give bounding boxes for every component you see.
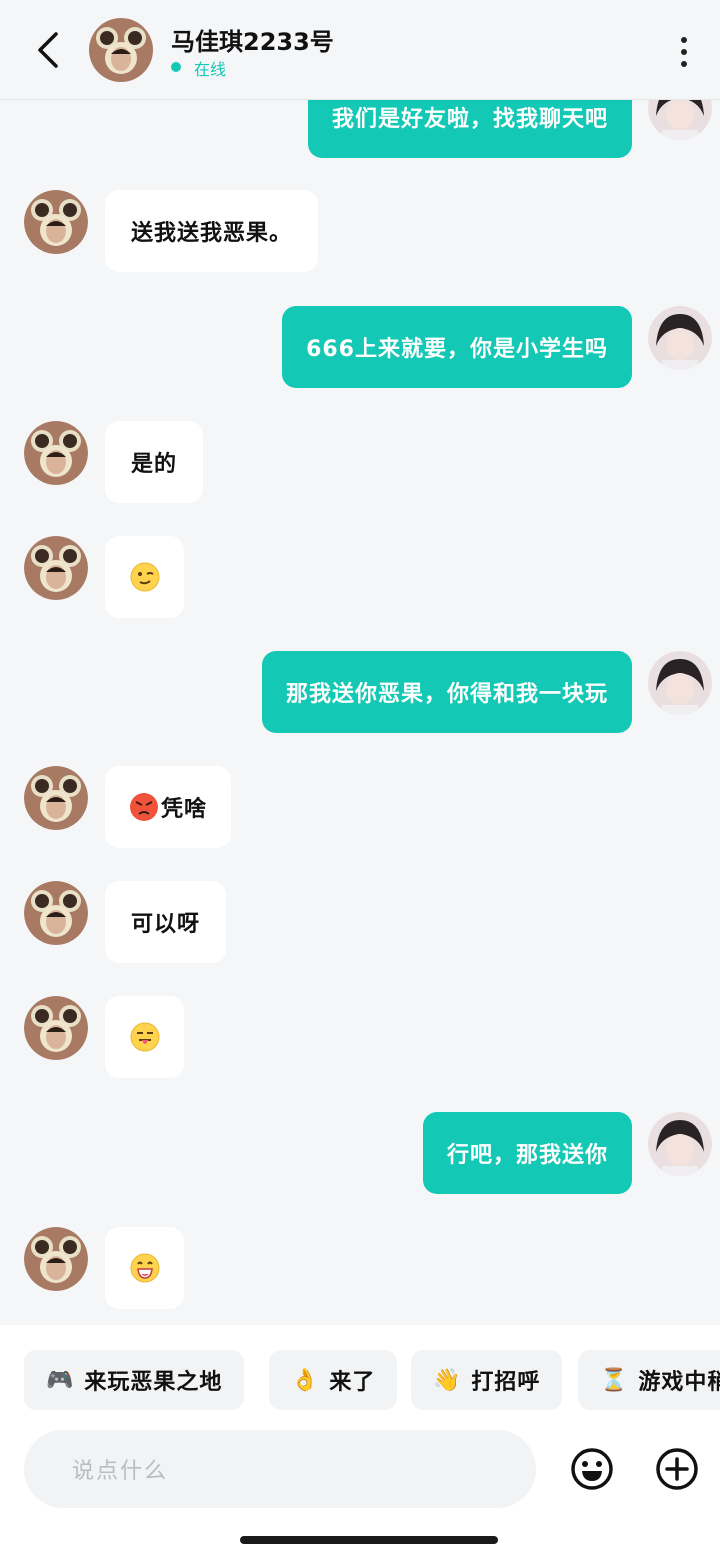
contact-avatar[interactable]	[24, 1227, 88, 1291]
quick-reply-chip[interactable]: 🎮 来玩恶果之地	[24, 1350, 245, 1410]
online-status-dot	[171, 62, 181, 72]
message-text: 666上来就要，你是小学生吗	[306, 337, 608, 362]
contact-name: 马佳琪2233号	[171, 28, 334, 56]
tongue-face-emoji-icon	[130, 1022, 159, 1052]
contact-avatar[interactable]	[24, 421, 88, 485]
quick-reply-label: 游戏中稍	[638, 1370, 720, 1395]
quick-reply-label: 来了	[329, 1370, 376, 1395]
contact-avatar[interactable]	[89, 18, 153, 82]
message-text: 是的	[131, 452, 178, 477]
quick-reply-label: 来玩恶果之地	[84, 1370, 223, 1395]
contact-avatar[interactable]	[24, 536, 88, 600]
grin-face-emoji-icon	[130, 1253, 159, 1283]
message-bubble-received[interactable]: 送我送我恶果。	[105, 190, 319, 272]
ok-hand-icon: 👌	[291, 1367, 320, 1393]
contact-avatar[interactable]	[24, 766, 88, 830]
message-text: 可以呀	[131, 912, 201, 937]
chat-header: 马佳琪2233号 在线	[0, 0, 720, 100]
message-bubble-sent[interactable]: 那我送你恶果，你得和我一块玩	[261, 651, 632, 733]
gamepad-icon: 🎮	[46, 1367, 75, 1393]
message-bubble-received[interactable]: 是的	[105, 421, 204, 503]
my-avatar[interactable]	[648, 1112, 712, 1176]
smiley-icon	[571, 1448, 613, 1490]
message-text: 行吧，那我送你	[446, 1143, 608, 1168]
my-avatar[interactable]	[648, 306, 712, 370]
composer-area: 🎮 来玩恶果之地 👌 来了 👋 打招呼 ⏳ 游戏中稍 说点什么	[0, 1325, 720, 1557]
message-bubble-sent[interactable]: 666上来就要，你是小学生吗	[282, 306, 632, 388]
quick-reply-chip[interactable]: ⏳ 游戏中稍	[578, 1350, 720, 1410]
back-button[interactable]	[28, 26, 68, 74]
plus-circle-icon	[656, 1448, 698, 1490]
wink-face-emoji-icon	[130, 562, 159, 592]
message-list[interactable]: 我们是好友啦，找我聊天吧 送我送我恶果。 666上来就要，你是小学生吗 是的 那…	[0, 0, 720, 1325]
more-options-button[interactable]	[670, 34, 698, 68]
message-bubble-received[interactable]	[105, 1227, 184, 1309]
contact-avatar[interactable]	[24, 190, 88, 254]
online-status-text: 在线	[194, 60, 227, 79]
message-text: 送我送我恶果。	[131, 221, 293, 246]
home-indicator[interactable]	[240, 1536, 498, 1544]
message-bubble-received[interactable]: 可以呀	[105, 881, 227, 963]
message-bubble-received[interactable]	[105, 536, 184, 618]
chevron-left-icon	[38, 32, 58, 68]
message-input[interactable]: 说点什么	[24, 1430, 536, 1508]
my-avatar[interactable]	[648, 651, 712, 715]
more-vertical-icon	[670, 37, 698, 67]
quick-reply-chip[interactable]: 👌 来了	[269, 1350, 398, 1410]
message-text: 那我送你恶果，你得和我一块玩	[285, 682, 608, 707]
message-bubble-sent[interactable]: 行吧，那我送你	[422, 1112, 632, 1194]
message-bubble-received[interactable]	[105, 996, 184, 1078]
contact-avatar[interactable]	[24, 881, 88, 945]
contact-avatar[interactable]	[24, 996, 88, 1060]
attach-plus-button[interactable]	[655, 1447, 699, 1491]
angry-face-emoji-icon	[130, 793, 158, 821]
hourglass-icon: ⏳	[600, 1367, 629, 1393]
quick-reply-chip[interactable]: 👋 打招呼	[411, 1350, 563, 1410]
message-bubble-received[interactable]: 凭啥	[105, 766, 232, 848]
message-input-placeholder: 说点什么	[72, 1459, 169, 1484]
message-text: 我们是好友啦，找我聊天吧	[331, 107, 608, 132]
quick-reply-bar[interactable]: 🎮 来玩恶果之地 👌 来了 👋 打招呼 ⏳ 游戏中稍	[0, 1350, 720, 1410]
message-text: 凭啥	[161, 797, 208, 822]
emoji-button[interactable]	[570, 1447, 614, 1491]
quick-reply-label: 打招呼	[471, 1370, 541, 1395]
waving-hand-icon: 👋	[433, 1367, 462, 1393]
